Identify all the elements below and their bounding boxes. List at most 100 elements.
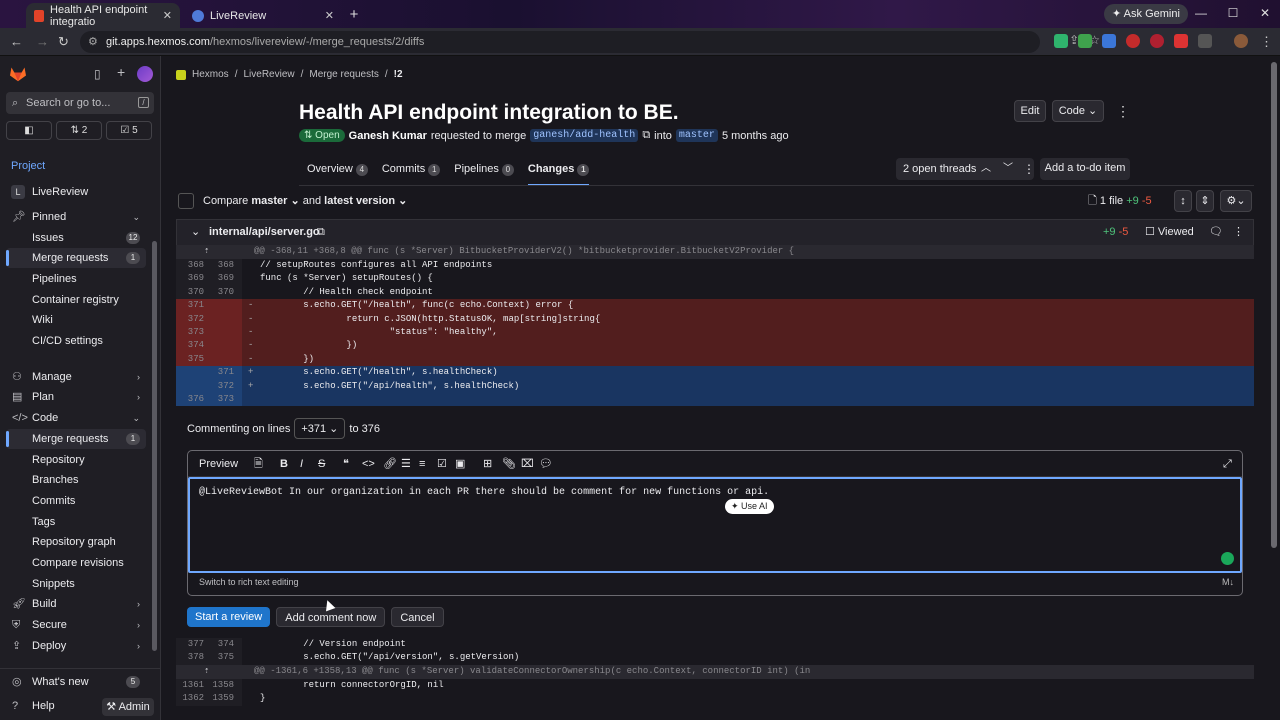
tab-pipelines[interactable]: Pipelines 0 [454, 160, 514, 186]
collapse-file-icon[interactable]: ⌄ [191, 220, 200, 244]
url-input[interactable]: ⚙ git.apps.hexmos.com/hexmos/livereview/… [80, 31, 1040, 53]
diff-settings-icon[interactable]: ⚙⌄ [1220, 190, 1252, 212]
old-line-number[interactable]: 373 [176, 326, 204, 339]
sidebar-item-snippets[interactable]: Snippets [6, 574, 146, 594]
sidebar-item-merge-requests[interactable]: Merge requests 1 [6, 248, 146, 268]
italic-icon[interactable]: I [300, 451, 303, 477]
new-line-number[interactable]: 370 [206, 286, 234, 299]
quick-actions-icon[interactable]: ⌧ [521, 451, 534, 477]
sidebar-item-container-registry[interactable]: Container registry [6, 290, 146, 310]
target-branch[interactable]: master [675, 129, 718, 142]
help-link[interactable]: ? Help [6, 696, 86, 716]
browser-menu-icon[interactable]: ⋮ [1260, 34, 1273, 50]
old-line-number[interactable]: 375 [176, 353, 204, 366]
extension-icon[interactable] [1054, 34, 1068, 48]
diff-line[interactable]: 371 + s.echo.GET("/health", s.healthCheck… [176, 366, 1254, 380]
grammar-extension-icon[interactable] [1221, 552, 1234, 565]
threads-options-icon[interactable]: ⋮ [1023, 158, 1035, 180]
diff-line[interactable]: 372 - return c.JSON(http.StatusOK, map[st… [176, 312, 1254, 326]
strikethrough-icon[interactable]: S [318, 451, 325, 477]
diff-hunk-header[interactable]: ⇡ @@ -1361,6 +1358,13 @@ func (s *Server)… [176, 664, 1254, 679]
base-version-dropdown[interactable]: master ⌄ [251, 195, 299, 207]
insert-suggestion-icon[interactable]: 🗎︎ [254, 451, 263, 477]
merge-requests-count-button[interactable]: ⇅ 2 [56, 121, 102, 140]
tab-changes[interactable]: Changes 1 [527, 160, 590, 186]
old-line-number[interactable]: 371 [176, 299, 204, 312]
new-line-number[interactable]: 375 [206, 651, 234, 664]
diff-line[interactable]: 378 375 s.echo.GET("/api/version", s.getV… [176, 651, 1254, 665]
sidebar-item-repository-graph[interactable]: Repository graph [6, 532, 146, 552]
diff-line[interactable]: 376 373 [176, 392, 1254, 407]
sidebar-item-wiki[interactable]: Wiki [6, 310, 146, 330]
close-tab-icon[interactable]: ✕ [163, 9, 172, 22]
breadcrumb-item[interactable]: Hexmos [192, 69, 229, 80]
old-line-number[interactable]: 378 [176, 651, 204, 664]
old-line-number[interactable]: 368 [176, 259, 204, 272]
tab-overview[interactable]: Overview 4 [307, 160, 368, 186]
cancel-button[interactable]: Cancel [391, 607, 444, 627]
expand-all-icon[interactable]: ↕ [1174, 190, 1192, 212]
maximize-icon[interactable]: ☐ [1226, 6, 1240, 20]
chevron-down-icon[interactable]: ﹀ [1003, 158, 1013, 180]
breadcrumb-item-current[interactable]: !2 [394, 69, 403, 80]
more-actions-icon[interactable]: ⋮ [1116, 103, 1130, 120]
diff-line[interactable]: 372 + s.echo.GET("/api/health", s.healthC… [176, 379, 1254, 393]
old-line-number[interactable]: 377 [176, 638, 204, 651]
user-avatar[interactable] [137, 66, 153, 82]
quote-icon[interactable]: ❝ [343, 451, 349, 477]
close-window-icon[interactable]: ✕ [1258, 6, 1272, 20]
old-line-number[interactable]: 374 [176, 339, 204, 352]
collapsible-icon[interactable]: ▣ [455, 451, 465, 477]
old-line-number[interactable]: 369 [176, 272, 204, 285]
diff-line[interactable]: 368 368 // setupRoutes configures all API … [176, 259, 1254, 273]
forward-icon[interactable]: → [36, 34, 49, 49]
file-path[interactable]: internal/api/server.go [209, 220, 320, 244]
extension-icon[interactable] [1102, 34, 1116, 48]
bullet-list-icon[interactable]: ☰ [401, 451, 411, 477]
sidebar-item-cicd-settings[interactable]: CI/CD settings [6, 331, 146, 351]
new-line-number[interactable]: 373 [206, 393, 234, 406]
gitlab-logo-icon[interactable] [9, 66, 27, 82]
diff-line[interactable]: 373 - "status": "healthy", [176, 325, 1254, 340]
preview-tab[interactable]: Preview [199, 451, 238, 477]
admin-button[interactable]: ⚒ Admin [102, 698, 154, 716]
viewed-checkbox[interactable]: ☐ Viewed [1145, 220, 1194, 244]
sidebar-item-pipelines[interactable]: Pipelines [6, 269, 146, 289]
sidebar-item-manage[interactable]: ⚇ Manage › [6, 367, 146, 387]
extension-icon[interactable] [1174, 34, 1188, 48]
fullscreen-icon[interactable]: ⤢ [1223, 451, 1232, 477]
sidebar-item-code[interactable]: </> Code ⌄ [6, 408, 146, 428]
diff-line[interactable]: 1361 1358 return connectorOrgID, nil [176, 678, 1254, 693]
issues-count-button[interactable]: ◧ [6, 121, 52, 140]
old-line-number[interactable]: 372 [176, 313, 204, 326]
new-line-number[interactable]: 1359 [206, 692, 234, 705]
new-line-number[interactable]: 1358 [206, 679, 234, 692]
sidebar-item-repository[interactable]: Repository [6, 450, 146, 470]
link-icon[interactable]: 🔗︎ [383, 451, 397, 477]
profile-avatar-icon[interactable] [1234, 34, 1248, 48]
copy-icon[interactable]: ⧉ [642, 129, 650, 142]
browser-tab[interactable]: LiveReview ✕ [184, 3, 342, 28]
breadcrumb-item[interactable]: Merge requests [309, 69, 378, 80]
sidebar-item-issues[interactable]: Issues 12 [6, 228, 146, 248]
back-icon[interactable]: ← [10, 34, 23, 49]
sidebar-pinned[interactable]: 📌︎ Pinned ⌄ [6, 207, 146, 227]
add-todo-button[interactable]: Add a to-do item [1040, 158, 1130, 180]
sidebar-item-build[interactable]: 🚀︎ Build › [6, 594, 146, 614]
add-comment-now-button[interactable]: Add comment now [276, 607, 386, 627]
extension-icon[interactable] [1150, 34, 1164, 48]
extension-icon[interactable] [1078, 34, 1092, 48]
comment-textarea[interactable]: @LiveReviewBot In our organization in ea… [188, 477, 1242, 573]
collapse-all-icon[interactable]: ⇕ [1196, 190, 1214, 212]
old-line-number[interactable]: 1362 [176, 692, 204, 705]
file-tree-toggle-icon[interactable] [178, 193, 194, 209]
diff-line[interactable]: 377 374 // Version endpoint [176, 638, 1254, 652]
search-input[interactable]: ⌕ Search or go to... / [6, 92, 154, 114]
sidebar-item-branches[interactable]: Branches [6, 470, 146, 490]
numbered-list-icon[interactable]: ≡ [419, 451, 425, 477]
old-line-number[interactable]: 370 [176, 286, 204, 299]
line-range-select[interactable]: +371 ⌄ [294, 418, 346, 439]
page-scrollbar[interactable] [1271, 62, 1277, 548]
sidebar-item-secure[interactable]: ⛨ Secure › [6, 615, 146, 635]
reload-icon[interactable]: ↻ [58, 34, 69, 50]
